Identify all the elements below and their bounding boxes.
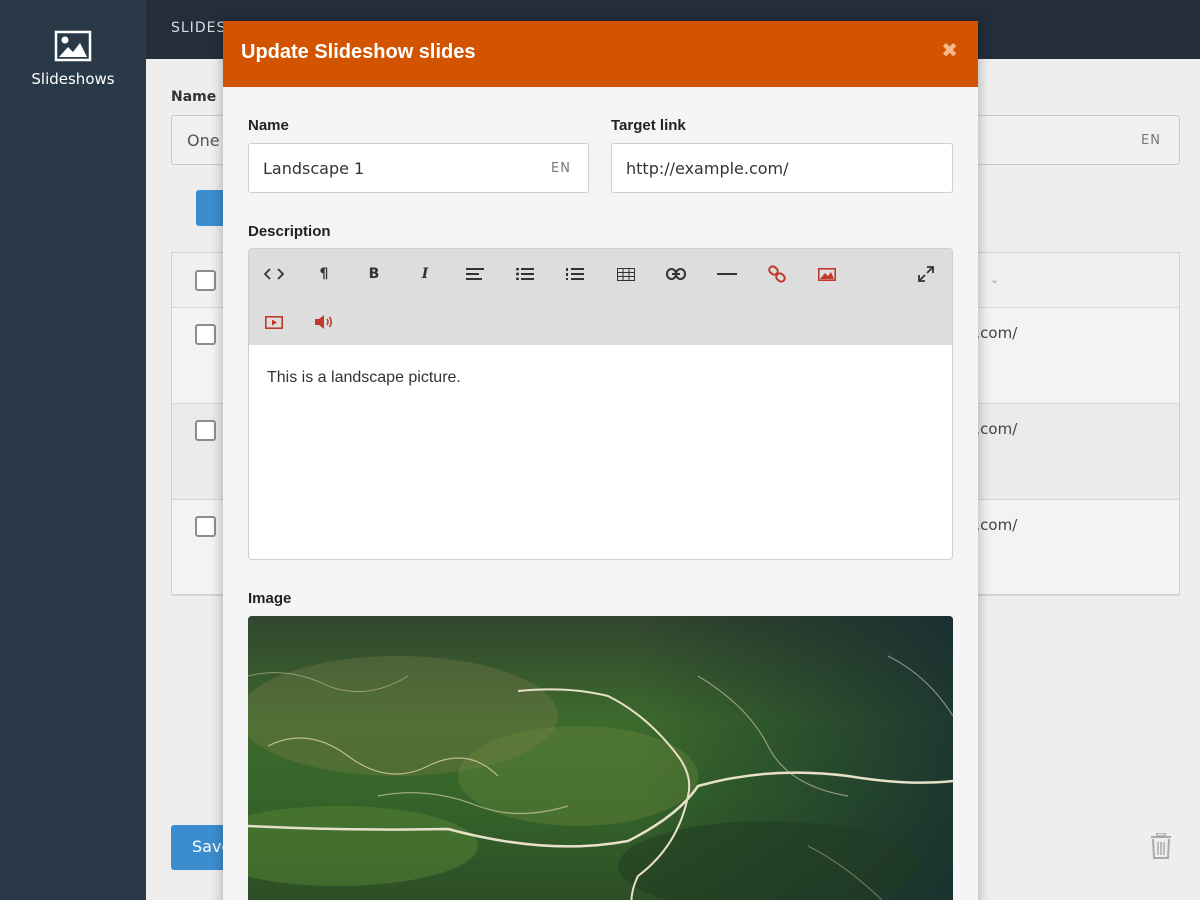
modal-title: Update Slideshow slides <box>241 41 476 63</box>
table-icon[interactable] <box>611 261 641 287</box>
bold-icon[interactable]: B <box>359 261 389 287</box>
slide-name-value: Landscape 1 <box>263 159 365 178</box>
link-icon[interactable] <box>661 261 691 287</box>
slide-image-preview[interactable] <box>248 616 953 900</box>
image-label: Image <box>248 590 292 607</box>
close-icon[interactable]: ✖ <box>941 38 958 62</box>
insert-audio-icon[interactable] <box>309 309 339 335</box>
align-icon[interactable] <box>460 261 490 287</box>
slide-name-field[interactable]: Landscape 1 EN <box>248 143 589 193</box>
paragraph-icon[interactable]: ¶ <box>309 261 339 287</box>
insert-image-icon[interactable] <box>812 261 842 287</box>
editor-toolbar: ¶ B I <box>249 249 952 345</box>
ordered-list-icon[interactable] <box>560 261 590 287</box>
rich-text-editor: ¶ B I This is a landscape picture. <box>248 248 953 560</box>
update-slide-modal: Update Slideshow slides ✖ Name Landscape… <box>223 21 978 900</box>
unlink-icon[interactable] <box>762 261 792 287</box>
language-badge: EN <box>551 161 571 176</box>
target-link-field[interactable]: http://example.com/ <box>611 143 953 193</box>
italic-icon[interactable]: I <box>410 261 440 287</box>
target-link-label: Target link <box>611 117 686 134</box>
modal-header: Update Slideshow slides ✖ <box>223 21 978 87</box>
code-icon[interactable] <box>259 261 289 287</box>
description-label: Description <box>248 223 331 240</box>
unordered-list-icon[interactable] <box>510 261 540 287</box>
horizontal-rule-icon[interactable] <box>712 261 742 287</box>
target-link-value: http://example.com/ <box>626 159 789 178</box>
insert-video-icon[interactable] <box>259 309 289 335</box>
name-label: Name <box>248 117 289 134</box>
fullscreen-icon[interactable] <box>911 261 941 287</box>
editor-content[interactable]: This is a landscape picture. <box>267 369 461 387</box>
